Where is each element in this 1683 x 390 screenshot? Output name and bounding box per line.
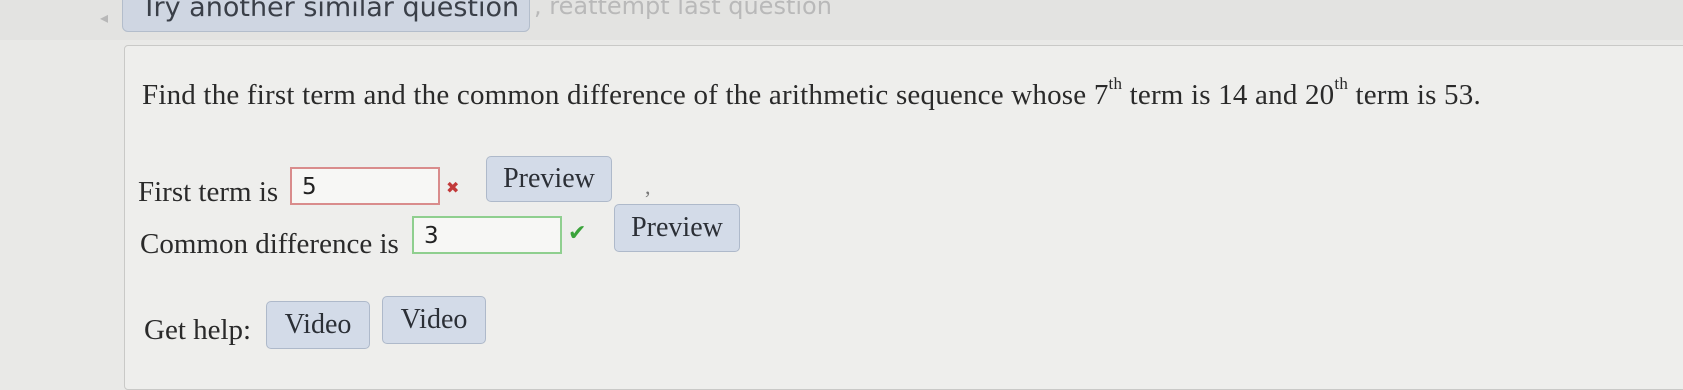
term-suffix-2: th: [1334, 74, 1349, 93]
video-button-1[interactable]: Video: [266, 301, 370, 349]
first-term-label: First term is: [138, 176, 279, 208]
get-help-label: Get help:: [144, 314, 252, 346]
question-text: Find the first term and the common diffe…: [142, 74, 1481, 112]
first-term-input[interactable]: 5: [290, 167, 440, 205]
question-part-3: term is 53.: [1355, 79, 1481, 111]
term-number-2: 20: [1304, 79, 1335, 111]
video-button-2[interactable]: Video: [382, 296, 486, 344]
common-difference-label: Common difference is: [140, 228, 399, 260]
check-icon: ✔: [568, 221, 587, 246]
common-difference-input[interactable]: 3: [412, 216, 562, 254]
x-icon: ✖: [446, 178, 460, 197]
common-difference-preview-button[interactable]: Preview: [614, 204, 740, 252]
first-term-preview-button[interactable]: Preview: [486, 156, 612, 202]
left-arrow-icon[interactable]: ◂: [100, 8, 108, 27]
term-suffix-1: th: [1108, 74, 1123, 93]
question-part-2: term is 14 and: [1129, 79, 1298, 111]
question-part-1: Find the first term and the common diffe…: [142, 79, 1087, 111]
try-another-question-button[interactable]: Try another similar question: [122, 0, 530, 32]
separator-comma: ,: [645, 174, 651, 199]
reattempt-link[interactable]: , reattempt last question: [534, 0, 832, 20]
term-number-1: 7: [1093, 79, 1109, 111]
